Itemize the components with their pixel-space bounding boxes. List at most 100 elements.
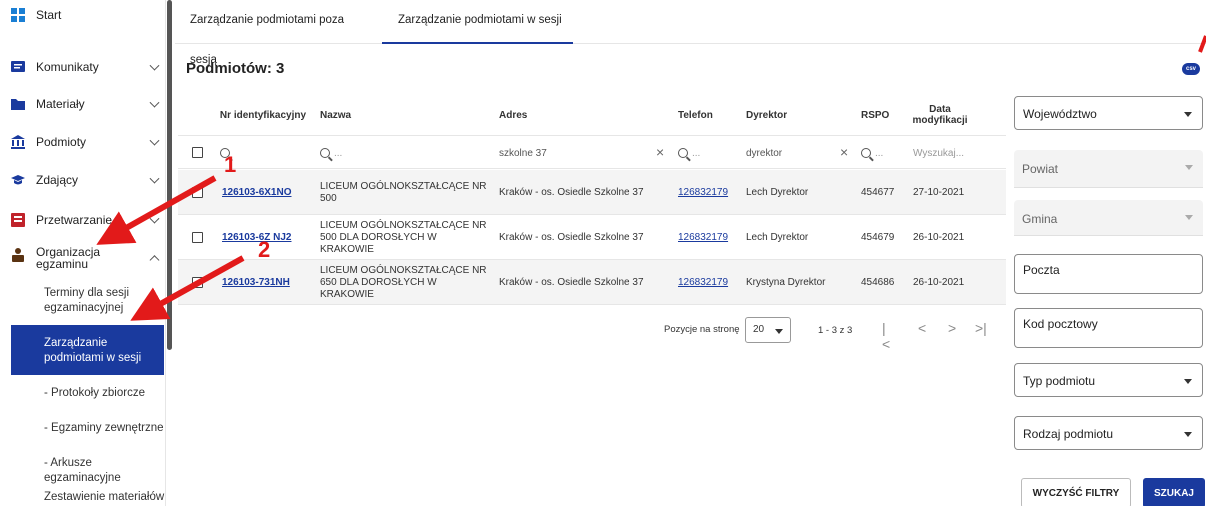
sidebar-item-materialy[interactable]: Materiały: [0, 89, 166, 119]
page-size-value: 20: [753, 324, 765, 335]
id-link[interactable]: 126103-731NH: [222, 277, 290, 289]
last-page-icon[interactable]: >|: [975, 320, 987, 336]
wojewodztwo-select[interactable]: Województwo: [1014, 96, 1203, 130]
col-header-rspo[interactable]: RSPO: [861, 95, 901, 135]
sidebar-subitem-protokoly[interactable]: - Protokoły zbiorcze: [0, 386, 166, 401]
filter-address-input[interactable]: szkolne 37 ×: [499, 136, 669, 170]
cell-date: 26-10-2021: [913, 231, 965, 243]
col-header-phone[interactable]: Telefon: [678, 95, 738, 135]
dropdown-arrow-icon: [1184, 432, 1192, 437]
search-button[interactable]: SZUKAJ: [1143, 478, 1205, 506]
chevron-down-icon: [149, 213, 160, 224]
select-all-checkbox[interactable]: [192, 147, 203, 158]
annotation-number-1: 1: [224, 152, 237, 177]
cell-phone[interactable]: 126832179: [678, 215, 740, 260]
table-row[interactable]: 126103-731NH LICEUM OGÓLNOKSZTAŁCĄCE NR …: [178, 260, 1006, 305]
sidebar-subitem-label: - Protokoły zbiorcze: [44, 387, 145, 399]
select-label: Powiat: [1022, 162, 1059, 176]
typ-podmiotu-select[interactable]: Typ podmiotu: [1014, 363, 1203, 397]
institution-icon: [11, 135, 25, 149]
sidebar-subitem-egzaminy[interactable]: - Egzaminy zewnętrzne: [0, 421, 166, 436]
sidebar-subitem-zestawienie[interactable]: Zestawienie materiałów: [0, 490, 166, 505]
cell-rspo: 454677: [861, 186, 895, 198]
clear-filters-button[interactable]: WYCZYŚĆ FILTRY: [1021, 478, 1131, 506]
powiat-select[interactable]: Powiat: [1014, 150, 1203, 188]
chevron-down-icon: [149, 173, 160, 184]
cell-phone[interactable]: 126832179: [678, 260, 740, 305]
id-link[interactable]: 126103-6Z NJ2: [222, 232, 292, 244]
input-label: Kod pocztowy: [1023, 317, 1098, 331]
row-checkbox[interactable]: [192, 232, 203, 243]
id-link[interactable]: 126103-6X1NO: [222, 187, 292, 199]
filter-date-input[interactable]: Wyszukaj...: [913, 136, 983, 170]
tab-w-sesji[interactable]: Zarządzanie podmiotami w sesji: [382, 0, 573, 44]
sidebar-item-label: Komunikaty: [36, 60, 99, 74]
next-page-icon[interactable]: >: [948, 320, 956, 336]
clear-icon[interactable]: ×: [656, 144, 664, 160]
sidebar-subitem-label: Terminy dla sesji egzaminacyjnej: [44, 287, 129, 314]
sidebar-subitem-label: Zestawienie materiałów: [44, 491, 165, 503]
clear-icon[interactable]: ×: [840, 144, 848, 160]
dropdown-arrow-icon: [1184, 379, 1192, 384]
phone-link[interactable]: 126832179: [678, 277, 728, 289]
organization-icon: [11, 248, 25, 262]
poczta-input[interactable]: Poczta: [1014, 254, 1203, 294]
dropdown-arrow-icon: [775, 329, 783, 334]
row-checkbox[interactable]: [192, 187, 203, 198]
filter-name-input[interactable]: ...: [320, 136, 490, 170]
sidebar-subitem-arkusze[interactable]: - Arkusze egzaminacyjne: [0, 456, 166, 486]
cell-address: Kraków - os. Osiedle Szkolne 37: [499, 276, 644, 288]
phone-link[interactable]: 126832179: [678, 187, 728, 199]
csv-export-icon[interactable]: csv: [1182, 63, 1200, 75]
dashboard-icon: [11, 8, 25, 22]
sidebar-subitem-zarzadzanie[interactable]: Zarządzanie podmiotami w sesji: [11, 325, 164, 375]
sidebar-item-podmioty[interactable]: Podmioty: [0, 127, 166, 157]
row-checkbox[interactable]: [192, 277, 203, 288]
rodzaj-podmiotu-select[interactable]: Rodzaj podmiotu: [1014, 416, 1203, 450]
sidebar-subitem-label: - Egzaminy zewnętrzne: [44, 422, 164, 434]
gmina-select[interactable]: Gmina: [1014, 200, 1203, 236]
dropdown-arrow-icon: [1185, 215, 1193, 220]
sidebar-item-label: Podmioty: [36, 135, 87, 149]
sidebar-subitem-terminy[interactable]: Terminy dla sesji egzaminacyjnej: [0, 286, 166, 316]
processing-icon: [11, 213, 25, 227]
cell-date: 26-10-2021: [913, 276, 965, 288]
col-header-director[interactable]: Dyrektor: [746, 95, 826, 135]
app-root: Start Komunikaty Materiały Podmioty Zdaj…: [0, 0, 1206, 506]
cell-phone[interactable]: 126832179: [678, 170, 740, 215]
sidebar-item-przetwarzanie[interactable]: Przetwarzanie: [0, 205, 166, 235]
first-page-icon[interactable]: |<: [882, 320, 890, 352]
filter-rspo-input[interactable]: ...: [861, 136, 903, 170]
filter-director-input[interactable]: dyrektor ×: [746, 136, 858, 170]
message-icon: [11, 60, 25, 74]
filter-row: ... szkolne 37 × ... dyrektor × ... Wysz…: [178, 135, 1006, 169]
col-header-id[interactable]: Nr identyfikacyjny: [218, 95, 308, 135]
cell-director: Lech Dyrektor: [746, 186, 809, 198]
phone-link[interactable]: 126832179: [678, 232, 728, 244]
select-label: Rodzaj podmiotu: [1023, 427, 1114, 441]
col-header-date[interactable]: Data modyfikacji: [905, 95, 975, 135]
col-header-address[interactable]: Adres: [499, 95, 649, 135]
sidebar-item-label: Start: [36, 8, 62, 22]
sidebar-item-start[interactable]: Start: [0, 0, 166, 30]
table-row[interactable]: 126103-6Z NJ2 LICEUM OGÓLNOKSZTAŁCĄCE NR…: [178, 215, 1006, 260]
table-row[interactable]: 126103-6X1NO LICEUM OGÓLNOKSZTAŁCĄCE NR …: [178, 170, 1006, 215]
cell-rspo: 454679: [861, 231, 895, 243]
cell-id[interactable]: 126103-731NH: [222, 260, 317, 305]
col-header-name[interactable]: Nazwa: [320, 95, 470, 135]
prev-page-icon[interactable]: <: [918, 320, 926, 336]
sidebar-item-komunikaty[interactable]: Komunikaty: [0, 52, 166, 82]
filter-placeholder: ...: [692, 147, 701, 159]
kod-pocztowy-input[interactable]: Kod pocztowy: [1014, 308, 1203, 348]
filter-phone-input[interactable]: ...: [678, 136, 738, 170]
filter-placeholder: ...: [334, 147, 343, 159]
annotation-number-2: 2: [258, 237, 271, 262]
page-size-select[interactable]: 20: [745, 317, 791, 343]
cell-id[interactable]: 126103-6X1NO: [222, 170, 317, 215]
cell-address: Kraków - os. Osiedle Szkolne 37: [499, 186, 644, 198]
tab-poza-sesja[interactable]: Zarządzanie podmiotami poza sesją: [190, 0, 368, 66]
sidebar-item-organizacja[interactable]: Organizacja egzaminu: [0, 243, 166, 273]
sidebar-item-zdajacy[interactable]: Zdający: [0, 165, 166, 195]
sidebar-scrollbar[interactable]: [167, 0, 172, 350]
cell-name: LICEUM OGÓLNOKSZTAŁCĄCE NR 500 DLA DOROS…: [320, 219, 487, 255]
